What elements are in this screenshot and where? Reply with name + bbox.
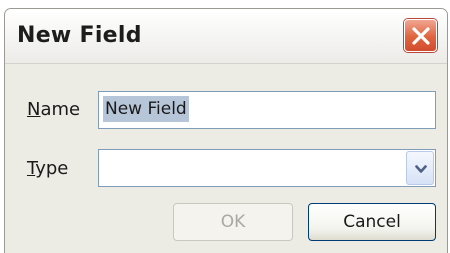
ok-button[interactable]: OK xyxy=(173,203,293,241)
title-bar[interactable]: New Field xyxy=(5,9,447,64)
name-input-value: New Field xyxy=(103,96,189,122)
type-label-text: ype xyxy=(35,158,69,179)
type-dropdown[interactable] xyxy=(98,149,436,187)
name-label-mnemonic: N xyxy=(27,99,41,120)
dropdown-arrow-button[interactable] xyxy=(406,151,434,185)
name-label-text: ame xyxy=(40,99,81,120)
name-input[interactable]: New Field xyxy=(98,91,436,129)
cancel-button[interactable]: Cancel xyxy=(308,203,436,241)
type-label: Type xyxy=(27,158,68,179)
name-label: Name xyxy=(27,99,80,120)
new-field-dialog: New Field Name New Field Type OK Cancel xyxy=(4,8,448,253)
dialog-title: New Field xyxy=(17,23,142,48)
type-label-mnemonic: T xyxy=(27,158,36,179)
close-button[interactable] xyxy=(404,19,437,52)
